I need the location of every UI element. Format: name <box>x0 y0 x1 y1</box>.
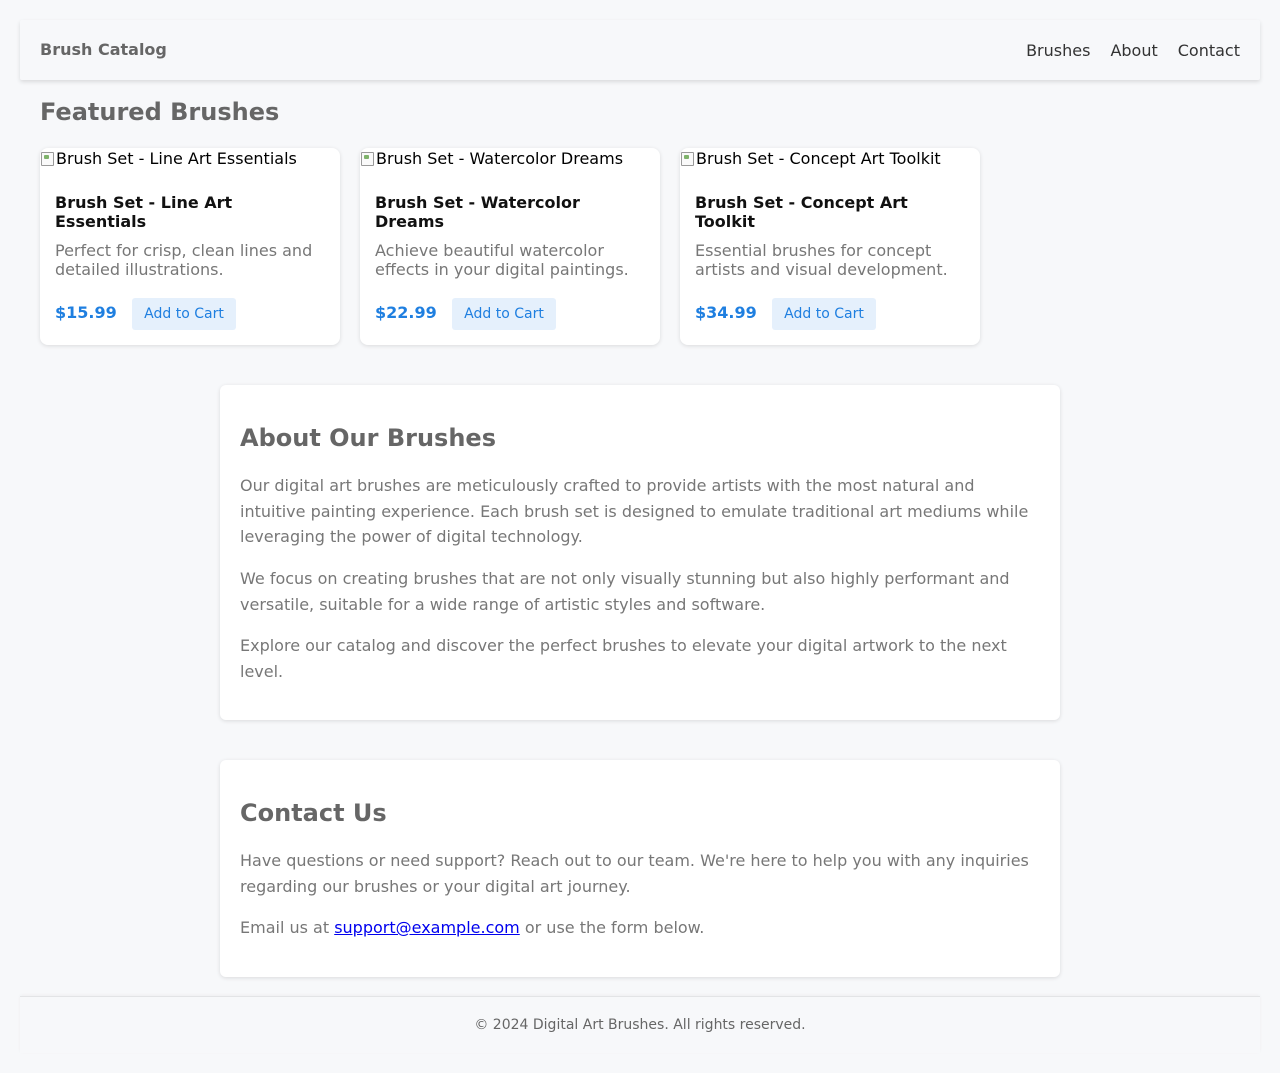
add-to-cart-button[interactable]: Add to Cart <box>452 298 556 330</box>
product-title: Brush Set - Concept Art Toolkit <box>695 193 908 231</box>
main-nav: Brushes About Contact <box>1026 20 1240 80</box>
site-footer: © 2024 Digital Art Brushes. All rights r… <box>20 996 1260 1053</box>
footer-copyright: © 2024 Digital Art Brushes. All rights r… <box>474 1017 806 1033</box>
product-card: Brush Set - Line Art Essentials Brush Se… <box>40 148 340 345</box>
nav-link-about[interactable]: About <box>1110 41 1157 60</box>
broken-image-icon <box>360 150 374 166</box>
product-price: $22.99 <box>375 303 437 322</box>
product-description: Achieve beautiful watercolor effects in … <box>375 241 629 279</box>
featured-title: Featured Brushes <box>40 98 280 126</box>
email-link[interactable]: support@example.com <box>334 918 520 937</box>
broken-image-icon <box>680 150 694 166</box>
broken-image-icon <box>40 150 54 166</box>
product-image-alt: Brush Set - Concept Art Toolkit <box>696 148 941 168</box>
add-to-cart-button[interactable]: Add to Cart <box>132 298 236 330</box>
product-description: Perfect for crisp, clean lines and detai… <box>55 241 313 279</box>
contact-title: Contact Us <box>240 799 387 827</box>
about-paragraph: We focus on creating brushes that are no… <box>240 569 1010 614</box>
brand-name: Brush Catalog <box>40 40 167 59</box>
product-price: $34.99 <box>695 303 757 322</box>
product-description: Essential brushes for concept artists an… <box>695 241 948 279</box>
product-image: Brush Set - Line Art Essentials <box>40 148 297 168</box>
email-prefix: Email us at <box>240 918 335 937</box>
product-list: Brush Set - Line Art Essentials Brush Se… <box>40 148 980 345</box>
product-image-alt: Brush Set - Line Art Essentials <box>56 148 297 168</box>
product-image: Brush Set - Concept Art Toolkit <box>680 148 941 168</box>
product-card: Brush Set - Concept Art Toolkit Brush Se… <box>680 148 980 345</box>
email-line: Email us at support@example.com or use t… <box>240 915 1040 941</box>
product-title: Brush Set - Line Art Essentials <box>55 193 233 231</box>
about-title: About Our Brushes <box>240 424 496 452</box>
product-price: $15.99 <box>55 303 117 322</box>
email-suffix: or use the form below. <box>519 918 705 937</box>
product-image: Brush Set - Watercolor Dreams <box>360 148 623 168</box>
product-card: Brush Set - Watercolor Dreams Brush Set … <box>360 148 660 345</box>
nav-link-contact[interactable]: Contact <box>1178 41 1240 60</box>
about-paragraph: Explore our catalog and discover the per… <box>240 636 1007 681</box>
site-header: Brush Catalog Brushes About Contact <box>20 20 1260 80</box>
add-to-cart-button[interactable]: Add to Cart <box>772 298 876 330</box>
product-image-alt: Brush Set - Watercolor Dreams <box>376 148 624 168</box>
about-section: About Our Brushes Our digital art brushe… <box>220 385 1060 720</box>
product-title: Brush Set - Watercolor Dreams <box>375 193 580 231</box>
nav-link-brushes[interactable]: Brushes <box>1026 41 1090 60</box>
contact-section: Contact Us Have questions or need suppor… <box>220 760 1060 977</box>
contact-paragraph: Have questions or need support? Reach ou… <box>240 851 1029 896</box>
about-paragraph: Our digital art brushes are meticulously… <box>240 476 1029 546</box>
